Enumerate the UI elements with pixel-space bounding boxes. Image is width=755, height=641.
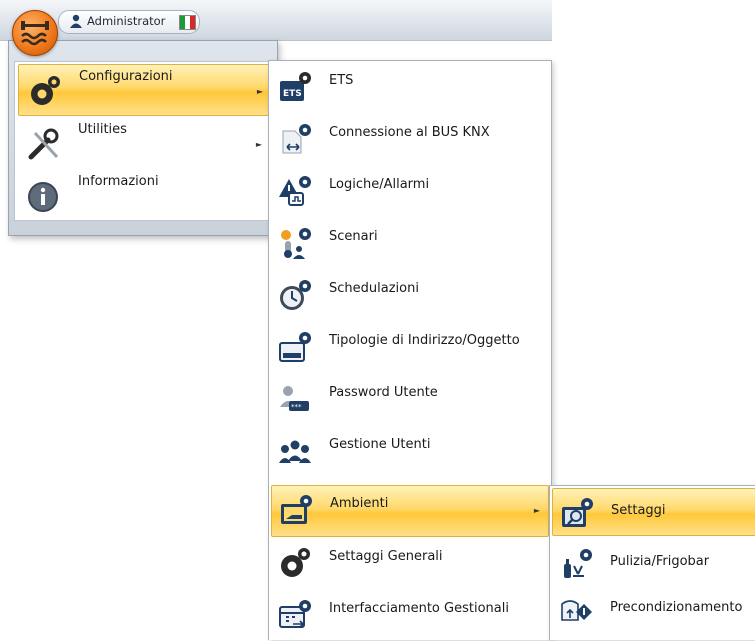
submenu-label: Pulizia/Frigobar bbox=[610, 554, 710, 569]
submenu-label: Password Utente bbox=[329, 385, 438, 400]
cleaning-icon bbox=[564, 549, 592, 578]
submenu-item-password-utente[interactable]: *** Password Utente bbox=[271, 375, 547, 425]
room-icon bbox=[281, 495, 312, 524]
submenu-label: ETS bbox=[329, 73, 354, 88]
submenu-item-gestione-utenti[interactable]: Gestione Utenti bbox=[271, 427, 547, 477]
submenu-item-precondizionamento[interactable]: Precondizionamento bbox=[552, 586, 755, 632]
submenu-item-connessione-bus-knx[interactable]: Connessione al BUS KNX bbox=[271, 115, 547, 165]
submenu-label: Ambienti bbox=[330, 496, 389, 511]
submenu-label: Settaggi Generali bbox=[329, 549, 443, 564]
submenu-item-logiche-allarmi[interactable]: Logiche/Allarmi bbox=[271, 167, 547, 217]
submenu-item-ets[interactable]: ETS ETS bbox=[271, 63, 547, 113]
submenu-label: Scenari bbox=[329, 229, 378, 244]
submenu-item-pulizia-frigobar[interactable]: Pulizia/Frigobar bbox=[552, 540, 755, 586]
submenu-label: Tipologie di Indirizzo/Oggetto bbox=[329, 333, 520, 348]
menu-item-utilities[interactable]: Utilities ► bbox=[18, 118, 268, 168]
users-icon bbox=[279, 440, 311, 463]
menu-label: Configurazioni bbox=[79, 69, 173, 84]
svg-text:***: *** bbox=[291, 403, 302, 411]
configurazioni-submenu: ETS ETS Connessione al BUS KNX Logiche/A… bbox=[268, 60, 552, 640]
user-badge[interactable]: Administrator bbox=[58, 10, 200, 34]
submenu-label: Precondizionamento bbox=[610, 600, 743, 615]
menu-label: Utilities bbox=[78, 122, 127, 137]
logic-alarm-icon bbox=[279, 176, 311, 206]
ets-icon: ETS bbox=[280, 72, 311, 101]
gym-pool-icon bbox=[21, 21, 49, 46]
submenu-item-settaggi-generali[interactable]: Settaggi Generali bbox=[271, 539, 547, 589]
svg-text:ETS: ETS bbox=[283, 89, 302, 99]
submenu-item-tipologie-indirizzo[interactable]: Tipologie di Indirizzo/Oggetto bbox=[271, 323, 547, 373]
submenu-arrow-icon: ► bbox=[533, 506, 540, 515]
tools-icon bbox=[28, 128, 59, 160]
italian-flag-icon bbox=[179, 15, 196, 30]
gear-icon bbox=[31, 76, 60, 105]
scenario-icon bbox=[281, 228, 311, 259]
submenu-item-ambienti[interactable]: Ambienti ► bbox=[271, 485, 549, 537]
preconditioning-icon bbox=[561, 600, 592, 621]
submenu-label: Gestione Utenti bbox=[329, 437, 431, 452]
submenu-label: Interfacciamento Gestionali bbox=[329, 601, 509, 616]
submenu-arrow-icon: ► bbox=[255, 140, 262, 149]
submenu-label: Logiche/Allarmi bbox=[329, 177, 430, 192]
submenu-arrow-icon: ► bbox=[256, 87, 263, 96]
submenu-item-schedulazioni[interactable]: Schedulazioni bbox=[271, 271, 547, 321]
submenu-label: Connessione al BUS KNX bbox=[329, 125, 490, 140]
menu-item-configurazioni[interactable]: Configurazioni ► bbox=[18, 64, 270, 116]
calendar-interface-icon bbox=[279, 600, 311, 628]
gear-icon bbox=[281, 548, 310, 577]
info-icon bbox=[28, 182, 58, 212]
submenu-item-settaggi[interactable]: Settaggi bbox=[552, 488, 755, 536]
app-menu-button[interactable] bbox=[12, 10, 58, 56]
bus-connection-icon bbox=[282, 124, 311, 154]
address-type-icon bbox=[279, 332, 311, 362]
submenu-label: Settaggi bbox=[611, 503, 666, 518]
user-icon bbox=[70, 14, 82, 28]
main-menu: Configurazioni ► Utilities ► Informazion… bbox=[8, 40, 278, 236]
user-password-icon: *** bbox=[280, 386, 309, 411]
submenu-item-interfacciamento-gestionali[interactable]: Interfacciamento Gestionali bbox=[271, 591, 547, 641]
user-name: Administrator bbox=[87, 14, 166, 28]
menu-label: Informazioni bbox=[78, 174, 159, 189]
ambienti-submenu: Settaggi Pulizia/Frigobar Precondizionam… bbox=[549, 485, 755, 640]
clock-icon bbox=[280, 280, 311, 310]
submenu-item-scenari[interactable]: Scenari bbox=[271, 219, 547, 269]
settings-search-icon bbox=[562, 498, 593, 527]
menu-item-informazioni[interactable]: Informazioni bbox=[18, 170, 268, 220]
main-menu-panel: Configurazioni ► Utilities ► Informazion… bbox=[14, 61, 272, 221]
submenu-label: Schedulazioni bbox=[329, 281, 419, 296]
